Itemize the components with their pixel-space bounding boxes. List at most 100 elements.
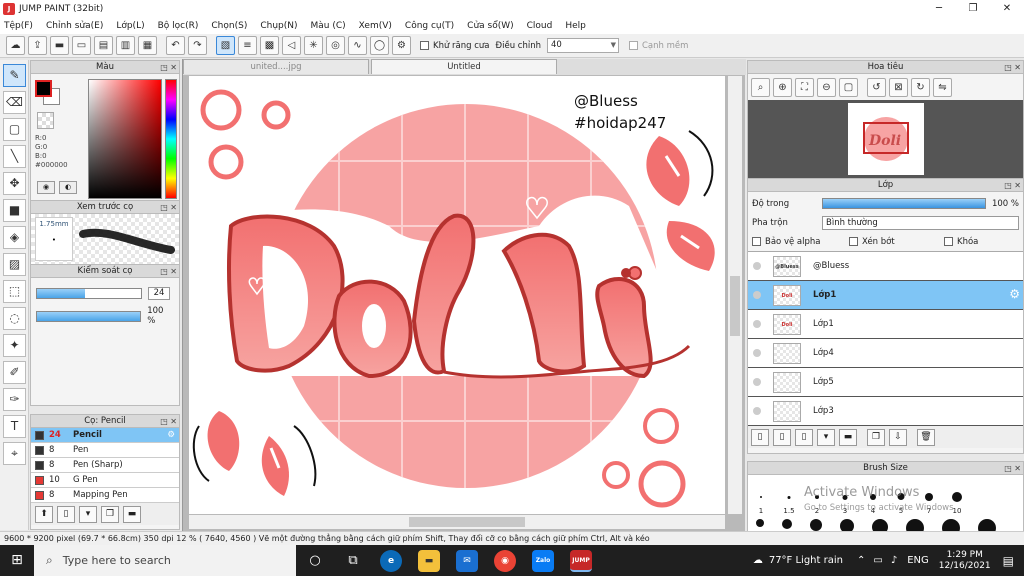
zoom-in-icon[interactable]: ⊕ xyxy=(773,77,792,97)
brush-new-icon[interactable]: ▯ xyxy=(57,505,75,523)
jump-paint-icon[interactable]: JUMP xyxy=(570,549,592,572)
menu-color[interactable]: Màu (C) xyxy=(311,21,346,31)
brush-folder-icon[interactable]: ▬ xyxy=(123,505,141,523)
actual-size-icon[interactable]: ▢ xyxy=(839,77,858,97)
trash-icon[interactable]: 🗑 xyxy=(917,428,935,446)
redo-icon[interactable]: ↷ xyxy=(188,36,207,55)
rect-select-tool-icon[interactable]: ▢ xyxy=(3,118,26,141)
layer-item-bluess[interactable]: @Bluess @Bluess xyxy=(748,252,1023,281)
brush-opacity-slider[interactable] xyxy=(36,310,142,322)
eye-icon[interactable] xyxy=(753,407,761,415)
menu-window[interactable]: Cửa sổ(W) xyxy=(467,21,513,31)
menu-file[interactable]: Tệp(F) xyxy=(4,21,33,31)
palette-icon[interactable]: ◉ xyxy=(37,181,55,194)
saturation-value-picker[interactable] xyxy=(88,79,162,199)
navigator-view[interactable]: Doli xyxy=(748,100,1023,178)
brush-tool-icon[interactable]: ✎ xyxy=(3,64,26,87)
layer-menu-icon[interactable]: ▾ xyxy=(817,428,835,446)
layer-item-lop4[interactable]: Lớp4 xyxy=(748,339,1023,368)
brush-copy-icon[interactable]: ❐ xyxy=(101,505,119,523)
minimize-button[interactable]: ─ xyxy=(922,0,956,18)
chevron-up-icon[interactable]: ⌃ xyxy=(857,555,865,566)
horizontal-scroll-thumb[interactable] xyxy=(409,517,525,527)
menu-filter[interactable]: Bộ lọc(R) xyxy=(158,21,199,31)
notification-icon[interactable]: ▤ xyxy=(1003,554,1014,568)
rotate-right-icon[interactable]: ↻ xyxy=(911,77,930,97)
tab-untitled[interactable]: Untitled xyxy=(371,59,557,74)
brush-size-slider[interactable] xyxy=(36,288,142,299)
brush-item-pen[interactable]: 8 Pen xyxy=(31,443,179,458)
horizontal-scrollbar[interactable] xyxy=(189,515,725,529)
brush-item-pen-sharp[interactable]: 8 Pen (Sharp) xyxy=(31,458,179,473)
merge-layer-icon[interactable]: ⇩ xyxy=(889,428,907,446)
gear-icon[interactable]: ⚙ xyxy=(167,430,175,440)
rotate-left-icon[interactable]: ↺ xyxy=(867,77,886,97)
adjust-input[interactable]: 40 ▼ xyxy=(546,38,619,53)
antialias-checkbox[interactable] xyxy=(420,41,429,50)
taskbar-search[interactable]: ⌕ Type here to search xyxy=(34,545,296,576)
lines-icon[interactable]: ≡ xyxy=(238,36,257,55)
settings-icon[interactable]: ⚙ xyxy=(392,36,411,55)
blend-mode-select[interactable]: Bình thường xyxy=(822,215,1019,230)
gradient-tool-icon[interactable]: ▨ xyxy=(3,253,26,276)
weather-text[interactable]: 77°F Light rain xyxy=(769,555,843,566)
panel-close-icon[interactable]: ◳ ✕ xyxy=(160,265,177,278)
volume-icon[interactable]: ♪ xyxy=(891,555,897,566)
menu-select[interactable]: Chọn(S) xyxy=(211,21,247,31)
concentric-icon[interactable]: ◎ xyxy=(326,36,345,55)
eye-icon[interactable] xyxy=(753,349,761,357)
eye-icon[interactable] xyxy=(753,262,761,270)
bucket-tool-icon[interactable]: ◈ xyxy=(3,226,26,249)
layers-icon[interactable]: ▥ xyxy=(116,36,135,55)
new-layer-8bit-icon[interactable]: ▯ xyxy=(773,428,791,446)
vertical-scroll-thumb[interactable] xyxy=(730,276,740,336)
eye-icon[interactable] xyxy=(753,320,761,328)
gear-icon[interactable]: ⚙ xyxy=(1009,287,1020,301)
maximize-button[interactable]: ❐ xyxy=(956,0,990,18)
menu-help[interactable]: Help xyxy=(565,21,586,31)
move-tool-icon[interactable]: ✥ xyxy=(3,172,26,195)
brush-item-mapping-pen[interactable]: 8 Mapping Pen xyxy=(31,488,179,503)
text-tool-icon[interactable]: T xyxy=(3,415,26,438)
lasso-tool-icon[interactable]: ◌ xyxy=(3,307,26,330)
soft-edge-checkbox[interactable] xyxy=(628,41,638,50)
share-icon[interactable]: ⇪ xyxy=(28,36,47,55)
cloud-icon[interactable]: ☁ xyxy=(6,36,25,55)
duplicate-layer-icon[interactable]: ❐ xyxy=(867,428,885,446)
panel-close-icon[interactable]: ◳ ✕ xyxy=(1004,462,1021,475)
brush-item-g-pen[interactable]: 10 G Pen xyxy=(31,473,179,488)
task-view-icon[interactable]: ⧉ xyxy=(334,545,372,576)
undo-icon[interactable]: ↶ xyxy=(166,36,185,55)
magic-wand-tool-icon[interactable]: ✦ xyxy=(3,334,26,357)
zoom-icon[interactable]: ⌕ xyxy=(751,77,770,97)
folder-icon[interactable]: ▬ xyxy=(839,428,857,446)
eyedropper-tool-icon[interactable]: ⌖ xyxy=(3,442,26,465)
transparent-color-swatch[interactable] xyxy=(37,112,54,129)
color-mode-icon[interactable]: ◐ xyxy=(59,181,77,194)
reset-rotate-icon[interactable]: ⊠ xyxy=(889,77,908,97)
comment-icon[interactable]: ▬ xyxy=(50,36,69,55)
zoom-out-icon[interactable]: ⊖ xyxy=(817,77,836,97)
zalo-icon[interactable]: Zalo xyxy=(532,549,554,572)
edge-browser-icon[interactable]: e xyxy=(380,549,402,572)
brush-size-input[interactable]: 24 xyxy=(148,287,170,300)
perspective-icon[interactable]: ◁ xyxy=(282,36,301,55)
ellipse-icon[interactable]: ◯ xyxy=(370,36,389,55)
brush-size-grid[interactable]: 1 1.5 2 3 4 5 7 10 Activate Windows Go t… xyxy=(748,475,1023,537)
document-icon[interactable]: ▤ xyxy=(94,36,113,55)
curve-icon[interactable]: ∿ xyxy=(348,36,367,55)
drawing-canvas[interactable]: @Bluess #hoidap247 xyxy=(189,76,725,514)
mail-icon[interactable]: ✉ xyxy=(456,549,478,572)
chat-icon[interactable]: ▭ xyxy=(72,36,91,55)
grid-icon[interactable]: ▦ xyxy=(138,36,157,55)
select-pen-tool-icon[interactable]: ✐ xyxy=(3,361,26,384)
layer-item-lop1-selected[interactable]: Doli Lớp1 ⚙ xyxy=(748,281,1023,310)
vertical-scrollbar[interactable] xyxy=(728,76,742,514)
eye-icon[interactable] xyxy=(753,291,761,299)
fill-rect-tool-icon[interactable]: ■ xyxy=(3,199,26,222)
panel-close-icon[interactable]: ◳ ✕ xyxy=(160,61,177,74)
language-indicator[interactable]: ENG xyxy=(907,555,929,566)
clip-checkbox[interactable] xyxy=(849,237,858,246)
menu-layer[interactable]: Lớp(L) xyxy=(116,21,144,31)
hatch-icon[interactable]: ▧ xyxy=(216,36,235,55)
